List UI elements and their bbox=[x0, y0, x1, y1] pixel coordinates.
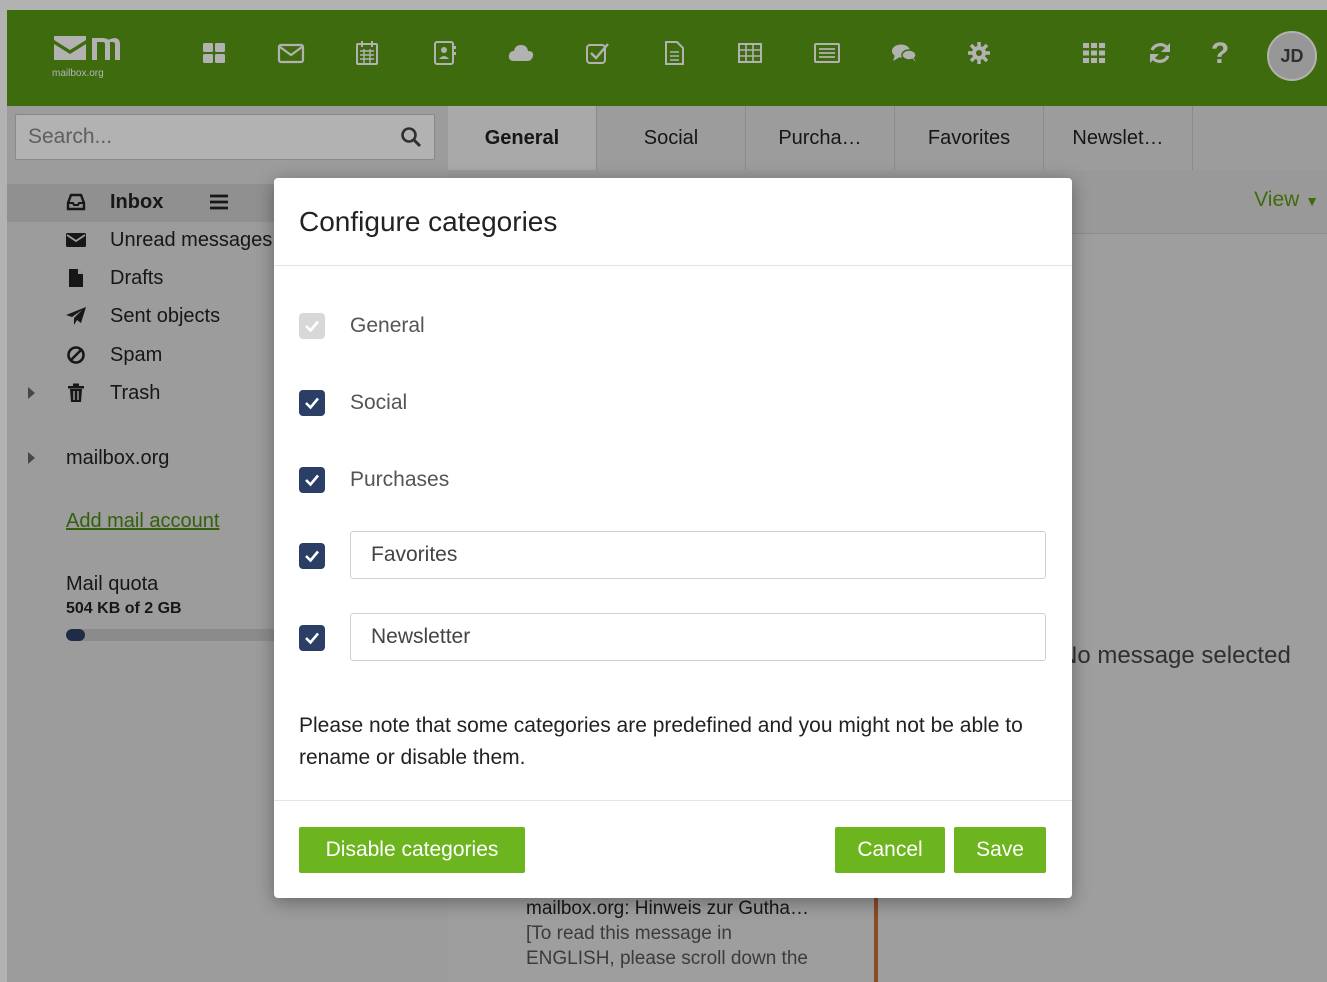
dialog-title: Configure categories bbox=[299, 205, 558, 237]
category-checkbox-newsletter[interactable] bbox=[299, 625, 325, 651]
predefined-categories-note: Please note that some categories are pre… bbox=[299, 714, 1023, 769]
category-checkbox-social[interactable] bbox=[299, 390, 325, 416]
category-checkbox-general bbox=[299, 313, 325, 339]
disable-categories-button[interactable]: Disable categories bbox=[299, 827, 525, 873]
dialog-footer: Disable categories Cancel Save bbox=[274, 800, 1072, 898]
cancel-button[interactable]: Cancel bbox=[835, 827, 945, 873]
category-checkbox-favorites[interactable] bbox=[299, 543, 325, 569]
category-row-social: Social bbox=[299, 390, 407, 416]
category-row-general: General bbox=[299, 313, 425, 339]
check-icon bbox=[305, 632, 319, 645]
check-icon bbox=[305, 397, 319, 410]
category-label-social: Social bbox=[350, 391, 408, 414]
category-checkbox-purchases[interactable] bbox=[299, 467, 325, 493]
check-icon bbox=[305, 550, 319, 563]
check-icon bbox=[305, 474, 319, 487]
category-row-purchases: Purchases bbox=[299, 467, 449, 493]
configure-categories-dialog: Configure categories General Social Purc… bbox=[274, 178, 1072, 898]
category-row-newsletter bbox=[299, 625, 325, 651]
category-row-favorites bbox=[299, 543, 325, 569]
category-label-purchases: Purchases bbox=[350, 468, 450, 491]
dialog-header: Configure categories bbox=[274, 178, 1072, 266]
category-name-input-newsletter[interactable] bbox=[350, 613, 1046, 661]
check-icon bbox=[305, 320, 319, 333]
category-label-general: General bbox=[350, 314, 425, 337]
category-name-input-favorites[interactable] bbox=[350, 531, 1046, 579]
save-button[interactable]: Save bbox=[954, 827, 1046, 873]
